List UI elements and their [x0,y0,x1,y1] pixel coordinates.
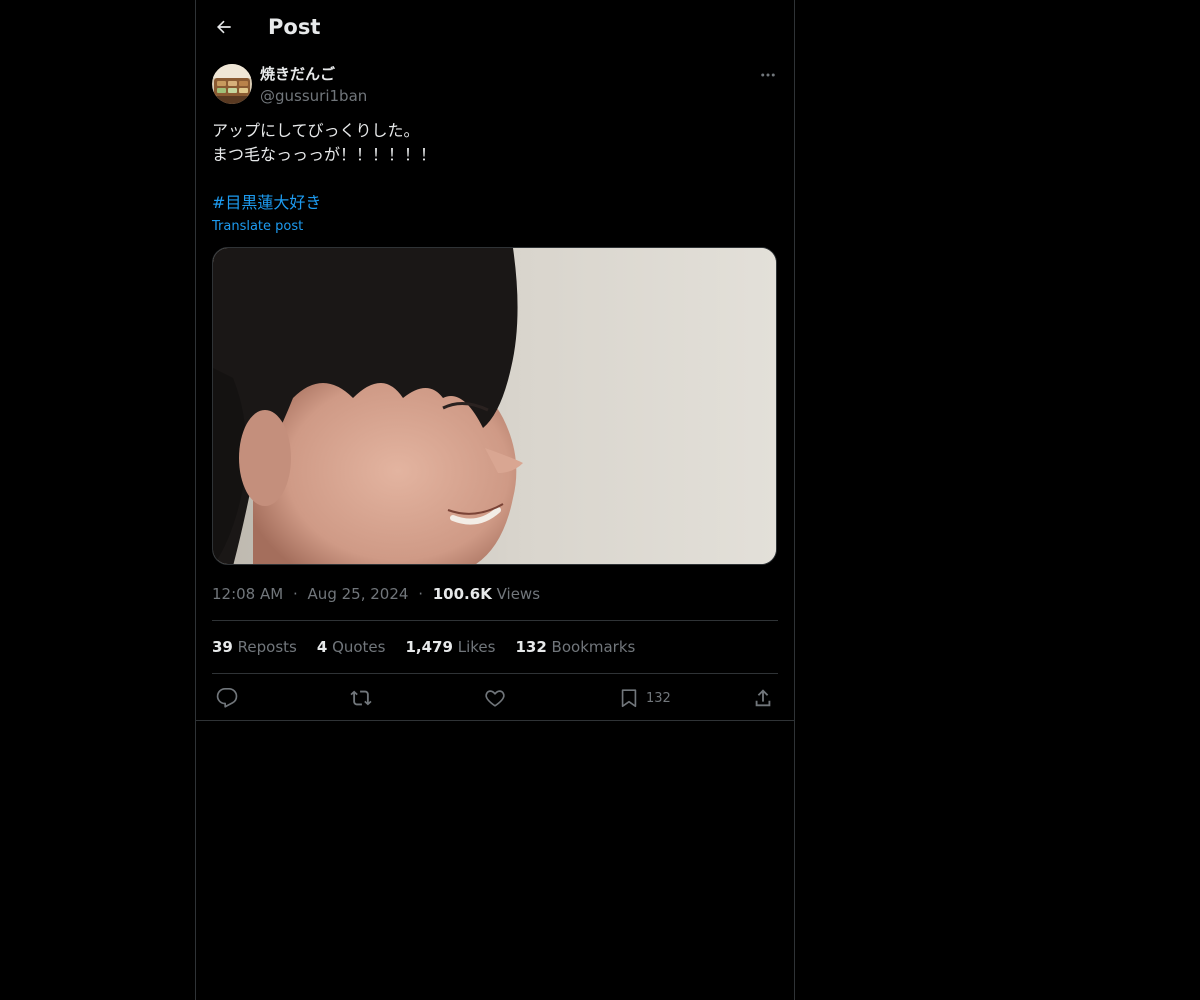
divider [196,720,794,721]
arrow-left-icon [217,20,231,34]
share-button[interactable] [752,683,774,713]
more-horizontal-icon [761,73,775,77]
bookmarks-count: 132 [515,638,547,656]
avatar[interactable] [212,64,252,104]
translate-post-link[interactable]: Translate post [212,218,303,236]
bookmark-count: 132 [646,690,671,706]
views-count: 100.6K [432,585,492,603]
back-button[interactable] [209,12,239,42]
page-title: Post [268,15,321,39]
reply-button[interactable] [216,683,238,713]
post-time[interactable]: 12:08 AM [212,585,283,603]
bookmarks-stat[interactable]: 132 Bookmarks [515,637,635,657]
repost-button[interactable] [350,683,372,713]
reposts-stat[interactable]: 39 Reposts [212,637,297,657]
meta-separator: · [292,585,298,603]
repost-icon [350,690,372,706]
reposts-count: 39 [212,638,233,656]
likes-stat[interactable]: 1,479 Likes [405,637,495,657]
reposts-label: Reposts [237,638,297,656]
post-metadata: 12:08 AM · Aug 25, 2024 · 100.6K Views [212,584,540,604]
post-text-line: まつ毛なっっっが！！！！！！ [212,145,437,164]
display-name[interactable]: 焼きだんご [260,64,335,84]
likes-label: Likes [457,638,496,656]
post-photo[interactable] [212,247,777,565]
like-button[interactable] [484,683,506,713]
post-text-line: アップにしてびっくりした。 [212,121,420,140]
quotes-count: 4 [316,638,328,656]
views-label: Views [496,585,541,603]
bookmark-icon [621,689,637,708]
bookmarks-label: Bookmarks [551,638,636,656]
hashtag-link[interactable]: #目黒蓮大好き [212,191,321,215]
quotes-label: Quotes [332,638,386,656]
action-bar: 132 [196,683,794,713]
post-column: Post 焼きだんご @gussuri1ban アップにしてびっくりした。 まつ… [195,0,795,1000]
divider [212,620,778,621]
user-handle[interactable]: @gussuri1ban [260,86,367,106]
more-options-button[interactable] [756,64,780,86]
bookmark-button[interactable]: 132 [618,683,671,713]
meta-separator: · [418,585,423,603]
heart-icon [485,690,505,707]
engagement-stats: 39 Reposts 4 Quotes 1,479 Likes 132 Book… [212,637,635,657]
quotes-stat[interactable]: 4 Quotes [317,637,386,657]
post-date[interactable]: Aug 25, 2024 [308,585,409,603]
share-icon [755,689,771,707]
reply-icon [216,688,238,708]
likes-count: 1,479 [405,638,453,656]
divider [212,673,778,674]
header: Post [196,0,794,54]
post-text: アップにしてびっくりした。 まつ毛なっっっが！！！！！！ [212,119,772,167]
photo-image [213,248,776,564]
